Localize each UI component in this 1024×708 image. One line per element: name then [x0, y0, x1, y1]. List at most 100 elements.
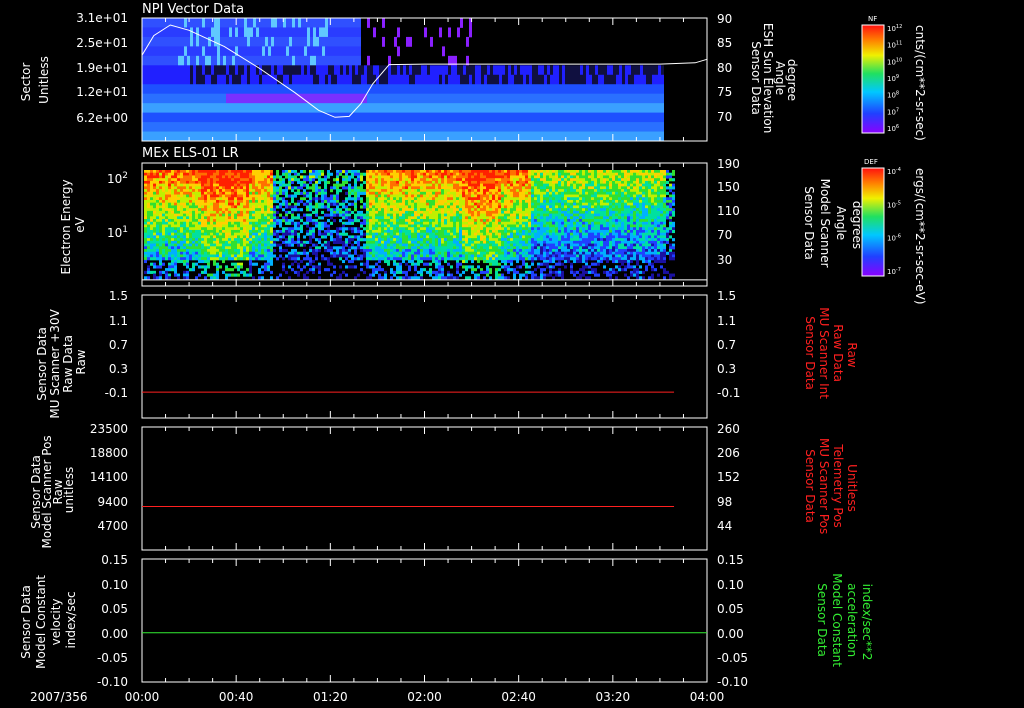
npi-bin — [169, 55, 172, 66]
els-bin — [384, 170, 387, 174]
els-bin — [174, 249, 177, 253]
npi-bin — [616, 131, 619, 142]
npi-bin — [202, 55, 205, 66]
els-bin — [240, 227, 243, 231]
els-bin — [267, 246, 270, 250]
npi-bin — [271, 93, 274, 104]
els-bin — [267, 208, 270, 212]
els-bin — [171, 229, 174, 234]
els-bin — [153, 197, 156, 201]
els-bin — [261, 202, 264, 206]
els-bin — [162, 197, 165, 201]
els-bin — [222, 178, 225, 182]
els-bin — [171, 216, 174, 220]
npi-bin — [436, 112, 439, 123]
els-bin — [147, 254, 150, 258]
els-bin — [225, 273, 228, 277]
npi-bin — [445, 93, 448, 104]
npi-bin — [304, 36, 307, 47]
els-bin — [285, 232, 288, 236]
els-bin — [270, 254, 273, 258]
npi-bin — [583, 84, 586, 95]
els-bin — [291, 205, 294, 209]
els-bin — [399, 219, 402, 223]
npi-bin — [241, 74, 244, 85]
els-bin — [420, 227, 423, 231]
npi-bin — [247, 27, 250, 38]
els-bin — [282, 262, 285, 266]
els-bin — [408, 170, 411, 174]
els-bin — [180, 254, 183, 258]
npi-bin — [151, 46, 154, 57]
els-bin — [306, 232, 309, 236]
els-bin — [231, 221, 234, 225]
npi-bin — [436, 84, 439, 95]
npi-bin — [430, 65, 433, 76]
els-bin — [252, 202, 255, 206]
els-bin — [432, 175, 435, 179]
els-bin — [354, 235, 357, 239]
els-bin — [147, 246, 150, 250]
els-bin — [420, 202, 423, 206]
npi-bin — [241, 36, 244, 47]
els-bin — [249, 235, 252, 239]
els-bin — [420, 175, 423, 179]
els-bin — [180, 257, 183, 261]
els-bin — [279, 243, 282, 247]
els-bin — [249, 270, 252, 274]
els-bin — [249, 213, 252, 217]
els-bin — [306, 221, 309, 225]
els-bin — [186, 273, 189, 277]
els-bin — [180, 197, 183, 201]
els-bin — [225, 227, 228, 231]
npi-bin — [274, 122, 277, 132]
els-bin — [318, 175, 321, 179]
els-bin — [267, 180, 270, 185]
npi-bin — [544, 93, 547, 104]
npi-bin — [226, 74, 229, 85]
npi-bin — [307, 36, 310, 47]
els-bin — [207, 259, 210, 264]
els-bin — [366, 257, 369, 261]
npi-bin — [319, 122, 322, 132]
els-bin — [189, 205, 192, 209]
els-bin — [300, 208, 303, 212]
els-bin — [354, 194, 357, 198]
npi-bin — [322, 55, 325, 66]
els-bin — [144, 221, 147, 225]
els-bin — [153, 183, 156, 187]
npi-bin — [163, 112, 166, 123]
els-bin — [156, 208, 159, 212]
els-bin — [213, 210, 216, 214]
npi-bin — [262, 122, 265, 132]
npi-bin — [301, 84, 304, 95]
els-bin — [240, 262, 243, 266]
npi-bin — [154, 93, 157, 104]
npi-bin — [190, 74, 193, 85]
els-bin — [186, 229, 189, 234]
els-bin — [387, 219, 390, 223]
els-bin — [192, 265, 195, 269]
npi-bin — [250, 18, 253, 28]
els-bin — [189, 186, 192, 190]
els-bin — [270, 202, 273, 206]
npi-bin — [652, 122, 655, 132]
els-bin — [405, 270, 408, 274]
npi-bin — [292, 46, 295, 57]
els-bin — [189, 197, 192, 201]
npi-bin — [559, 103, 562, 114]
els-bin — [183, 197, 186, 201]
els-bin — [276, 197, 279, 201]
els-bin — [270, 249, 273, 253]
npi-bin — [412, 65, 415, 76]
npi-bin — [457, 122, 460, 132]
npi-bin — [409, 74, 412, 85]
npi-bin — [418, 93, 421, 104]
els-bin — [390, 183, 393, 187]
npi-bin — [616, 112, 619, 123]
els-bin — [228, 170, 231, 174]
npi-bin — [406, 36, 409, 47]
els-bin — [189, 254, 192, 258]
els-bin — [177, 235, 180, 239]
npi-bin — [163, 65, 166, 76]
